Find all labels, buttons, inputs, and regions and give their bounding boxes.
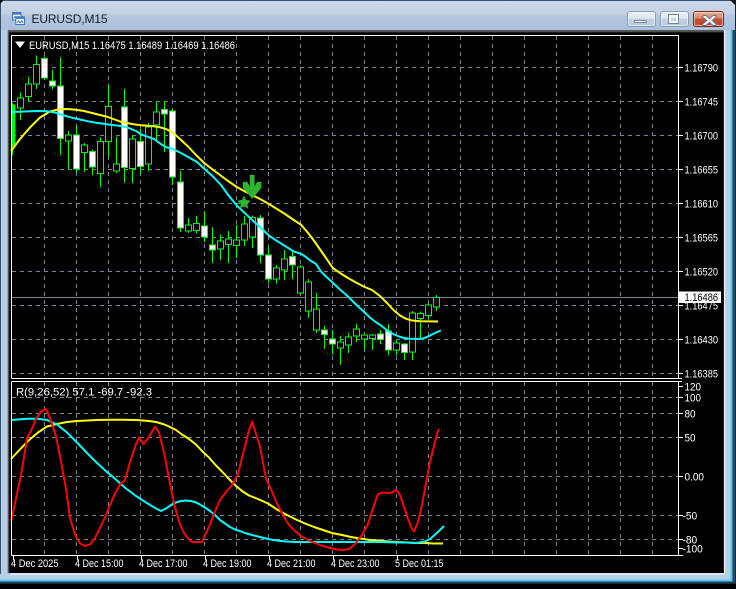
svg-text:1.16520: 1.16520 <box>685 267 719 279</box>
svg-text:1.16610: 1.16610 <box>685 199 719 211</box>
svg-text:-50: -50 <box>683 511 698 523</box>
svg-text:4 Dec 2025: 4 Dec 2025 <box>11 558 59 570</box>
svg-text:4 Dec 19:00: 4 Dec 19:00 <box>203 558 252 570</box>
svg-text:1.16790: 1.16790 <box>685 63 719 75</box>
svg-text:1.16655: 1.16655 <box>685 165 719 177</box>
svg-text:4 Dec 15:00: 4 Dec 15:00 <box>75 558 124 570</box>
svg-text:1.16430: 1.16430 <box>685 335 719 347</box>
svg-text:0.00: 0.00 <box>685 472 705 484</box>
svg-text:50: 50 <box>685 433 696 445</box>
svg-text:1.16385: 1.16385 <box>685 369 719 381</box>
svg-text:-100: -100 <box>683 544 703 556</box>
svg-text:1.16565: 1.16565 <box>685 233 719 245</box>
svg-text:R(9,26,52) 57.1 -69.7 -92.3: R(9,26,52) 57.1 -69.7 -92.3 <box>16 387 152 399</box>
svg-text:100: 100 <box>685 393 702 405</box>
svg-text:80: 80 <box>685 409 696 421</box>
svg-text:EURUSD,M15 1.16475 1.16489 1.: EURUSD,M15 1.16475 1.16489 1.16469 1.164… <box>29 40 235 52</box>
svg-text:4 Dec 17:00: 4 Dec 17:00 <box>139 558 188 570</box>
svg-text:1.16486: 1.16486 <box>685 292 719 304</box>
svg-text:4 Dec 21:00: 4 Dec 21:00 <box>267 558 316 570</box>
svg-text:5 Dec 01:15: 5 Dec 01:15 <box>395 558 444 570</box>
svg-text:4 Dec 23:00: 4 Dec 23:00 <box>331 558 380 570</box>
svg-text:1.16745: 1.16745 <box>685 97 719 109</box>
svg-text:1.16700: 1.16700 <box>685 131 719 143</box>
